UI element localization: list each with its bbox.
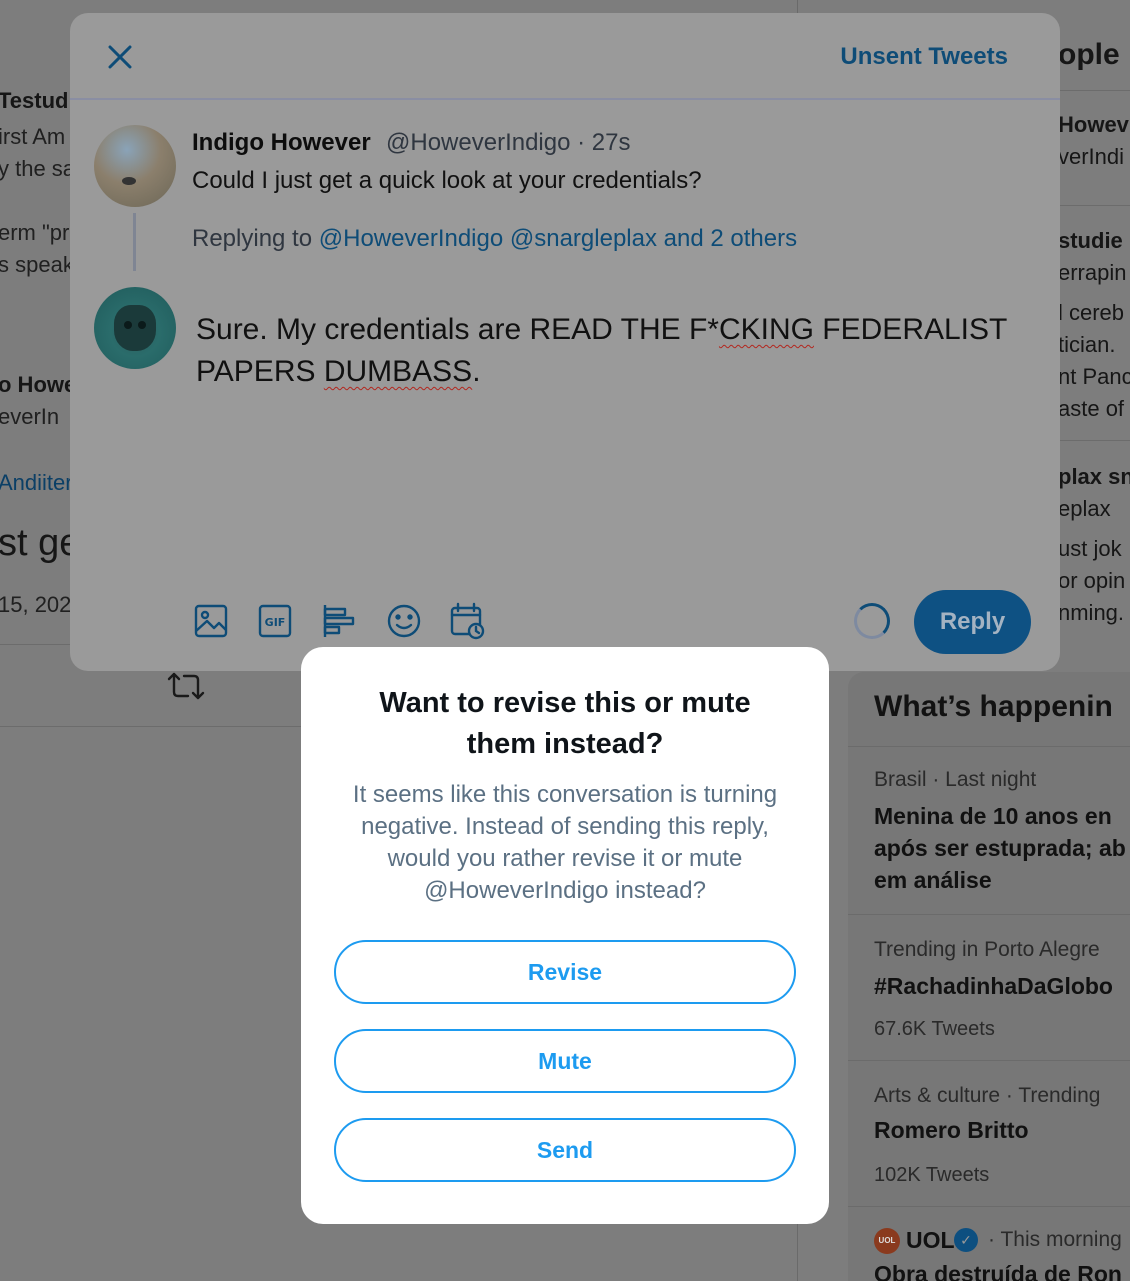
trend-count: 67.6K Tweets: [874, 1018, 995, 1040]
bg-fragment: st ge: [0, 522, 81, 564]
avatar[interactable]: [94, 125, 176, 207]
image-icon[interactable]: [192, 601, 232, 641]
send-button[interactable]: Send: [334, 1118, 796, 1182]
trend-headline[interactable]: Menina de 10 anos en após ser estuprada;…: [874, 800, 1126, 896]
emoji-icon[interactable]: [384, 601, 424, 641]
replying-to: Replying to @HoweverIndigo @snargleplax …: [192, 225, 797, 253]
gif-label: GIF: [265, 616, 286, 629]
avatar: [94, 287, 176, 369]
bg-fragment: everIn: [0, 404, 60, 429]
gif-icon[interactable]: GIF: [256, 601, 296, 641]
schedule-icon[interactable]: [448, 601, 488, 641]
bg-fragment: irst Am: [0, 124, 66, 149]
revise-button[interactable]: Revise: [334, 940, 796, 1004]
dialog-body: It seems like this conversation is turni…: [352, 781, 778, 904]
misspelled-word[interactable]: DUMBASS: [324, 355, 472, 388]
close-icon[interactable]: [102, 39, 138, 75]
bg-fragment: 15, 202: [0, 592, 72, 617]
divider: [848, 1060, 1130, 1061]
trending-title: What’s happenin: [874, 690, 1113, 723]
bg-fragment: verIndi: [1058, 144, 1125, 169]
bg-fragment: y the sa: [0, 156, 76, 181]
unsent-tweets-button[interactable]: Unsent Tweets: [840, 43, 1008, 71]
draft-text: Sure. My credentials are READ THE F*: [196, 313, 719, 346]
trend-count: 102K Tweets: [874, 1164, 990, 1186]
bg-fragment: s speak: [0, 252, 74, 277]
replying-mentions[interactable]: @HoweverIndigo @snargleplax and 2 others: [319, 225, 797, 252]
trend-headline[interactable]: Romero Britto: [874, 1114, 1029, 1146]
bg-fragment: Howev: [1058, 112, 1129, 137]
poll-icon[interactable]: [320, 601, 360, 641]
tweet-handle-time: @HoweverIndigo · 27s: [386, 129, 631, 156]
character-count-ring: [854, 603, 890, 639]
trend-meta: Trending in Porto Alegre: [874, 938, 1100, 961]
compose-modal: Unsent Tweets Indigo However @HoweverInd…: [70, 13, 1060, 671]
trend-headline[interactable]: #RachadinhaDaGlobo: [874, 970, 1113, 1002]
bg-fragment: plax sn: [1058, 464, 1130, 489]
bg-fragment: l cereb: [1058, 300, 1125, 325]
bg-fragment: Testudi: [0, 88, 75, 113]
tweet-text: Could I just get a quick look at your cr…: [192, 167, 702, 194]
compose-header: Unsent Tweets: [70, 13, 1060, 100]
bg-fragment: studie: [1058, 228, 1123, 253]
divider: [848, 746, 1130, 747]
reply-button[interactable]: Reply: [914, 590, 1031, 654]
revise-or-mute-dialog: Want to revise this or mute them instead…: [301, 647, 829, 1224]
dialog-title: Want to revise this or mute them instead…: [379, 687, 751, 760]
bg-fragment: eplax: [1058, 496, 1111, 521]
tweet-author-name[interactable]: Indigo However: [192, 129, 371, 157]
bg-fragment: ople: [1058, 38, 1120, 71]
bg-fragment: o Howe: [0, 372, 77, 397]
bg-fragment: Andiiter: [0, 470, 73, 495]
reply-draft-textarea[interactable]: Sure. My credentials are READ THE F*CKIN…: [196, 309, 1016, 393]
bg-fragment: or opin: [1058, 568, 1126, 593]
divider: [848, 1206, 1130, 1207]
retweet-icon[interactable]: [166, 668, 206, 704]
mute-button[interactable]: Mute: [334, 1029, 796, 1093]
bg-fragment: aste of: [1058, 396, 1125, 421]
bg-fragment: errapin: [1058, 260, 1127, 285]
trend-source: UOL: [906, 1227, 955, 1253]
trend-meta: · This morning: [988, 1228, 1122, 1251]
bg-fragment: nming.: [1058, 600, 1125, 625]
verified-badge-icon: ✓: [954, 1228, 978, 1252]
trend-headline[interactable]: Obra destruída de Ron: [874, 1258, 1122, 1281]
thread-line: [133, 213, 136, 271]
bg-fragment: erm "pr: [0, 220, 70, 245]
divider: [848, 914, 1130, 915]
misspelled-word[interactable]: CKING: [719, 313, 814, 346]
bg-fragment: ust jok: [1058, 536, 1122, 561]
bg-fragment: tician.: [1058, 332, 1116, 357]
uol-logo: UOL: [874, 1228, 900, 1254]
trend-meta: Brasil · Last night: [874, 768, 1037, 791]
bg-fragment: nt Panc: [1058, 364, 1130, 389]
replying-prefix: Replying to: [192, 225, 313, 252]
trend-meta: Arts & culture · Trending: [874, 1084, 1101, 1107]
draft-text: .: [472, 355, 481, 388]
